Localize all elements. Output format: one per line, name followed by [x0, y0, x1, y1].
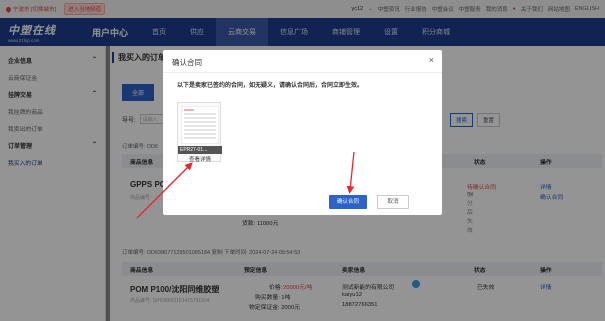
- arrow-to-confirm-icon: [346, 151, 355, 194]
- arrow-to-contract-icon: [136, 162, 193, 219]
- annotation-arrows: [136, 151, 355, 219]
